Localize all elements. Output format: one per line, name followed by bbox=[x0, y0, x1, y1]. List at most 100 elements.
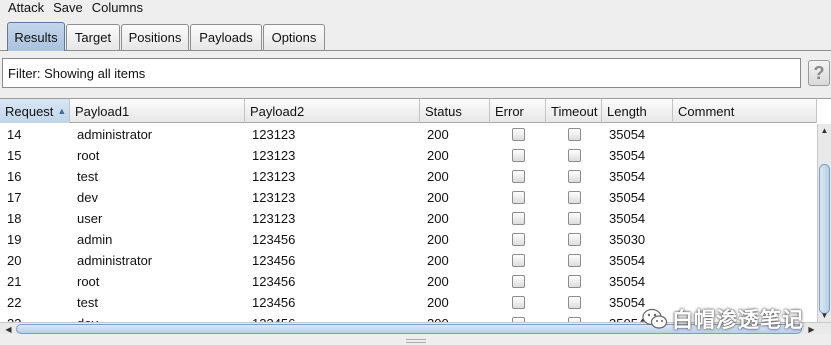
menu-save[interactable]: Save bbox=[53, 1, 83, 15]
wechat-icon bbox=[642, 308, 668, 329]
table-header: Request ▲ Payload1 Payload2 Status Error… bbox=[0, 99, 817, 123]
cell-request: 15 bbox=[7, 148, 22, 163]
watermark-text: 白帽渗透笔记 bbox=[672, 309, 804, 332]
cell-request: 18 bbox=[7, 211, 22, 226]
cell-payload2: 123123 bbox=[252, 169, 296, 184]
cell-comment bbox=[673, 208, 817, 229]
table-row[interactable]: 17 dev 123123 200 35054 bbox=[0, 187, 817, 208]
column-label: Request bbox=[5, 103, 54, 119]
cell-status: 200 bbox=[427, 253, 449, 268]
cell-length: 35054 bbox=[609, 190, 646, 205]
cell-length: 35054 bbox=[609, 148, 646, 163]
error-checkbox bbox=[511, 233, 525, 246]
cell-comment bbox=[673, 229, 817, 250]
cell-comment bbox=[673, 271, 817, 292]
cell-length: 35054 bbox=[609, 274, 646, 289]
table-row[interactable]: 19 admin 123456 200 35030 bbox=[0, 229, 817, 250]
column-header-payload2[interactable]: Payload2 bbox=[245, 99, 420, 123]
scroll-down-icon[interactable]: ▼ bbox=[818, 309, 831, 322]
timeout-checkbox bbox=[567, 149, 581, 162]
tab-positions[interactable]: Positions bbox=[121, 24, 189, 50]
cell-payload2: 123456 bbox=[252, 295, 296, 310]
cell-request: 20 bbox=[7, 253, 22, 268]
cell-length: 35030 bbox=[609, 232, 646, 247]
error-checkbox bbox=[511, 212, 525, 225]
timeout-checkbox bbox=[567, 233, 581, 246]
column-header-payload1[interactable]: Payload1 bbox=[70, 99, 245, 123]
cell-request: 16 bbox=[7, 169, 22, 184]
error-checkbox bbox=[511, 191, 525, 204]
timeout-checkbox bbox=[567, 296, 581, 309]
cell-payload2: 123123 bbox=[252, 148, 296, 163]
cell-error bbox=[490, 229, 546, 250]
table-row[interactable]: 15 root 123123 200 35054 bbox=[0, 145, 817, 166]
sort-ascending-icon: ▲ bbox=[57, 106, 67, 116]
cell-status: 200 bbox=[427, 211, 449, 226]
error-checkbox bbox=[511, 170, 525, 183]
menu-columns[interactable]: Columns bbox=[92, 1, 143, 15]
cell-timeout bbox=[546, 229, 602, 250]
scroll-left-icon[interactable]: ◀ bbox=[2, 323, 15, 334]
menu-attack[interactable]: Attack bbox=[8, 1, 44, 15]
column-header-error[interactable]: Error bbox=[490, 99, 546, 123]
table-row[interactable]: 14 administrator 123123 200 35054 bbox=[0, 124, 817, 145]
cell-payload1: admin bbox=[77, 232, 113, 247]
cell-timeout bbox=[546, 187, 602, 208]
help-button[interactable]: ? bbox=[808, 60, 830, 86]
cell-payload2: 123456 bbox=[252, 253, 296, 268]
scroll-right-icon[interactable]: ▶ bbox=[805, 323, 818, 334]
tab-target[interactable]: Target bbox=[66, 24, 120, 50]
cell-timeout bbox=[546, 250, 602, 271]
help-icon: ? bbox=[813, 62, 825, 83]
cell-status: 200 bbox=[427, 274, 449, 289]
timeout-checkbox bbox=[567, 212, 581, 225]
scroll-up-icon[interactable]: ▲ bbox=[818, 124, 831, 137]
filter-bar[interactable]: Filter: Showing all items bbox=[2, 58, 801, 88]
cell-status: 200 bbox=[427, 190, 449, 205]
results-table: Request ▲ Payload1 Payload2 Status Error… bbox=[0, 98, 831, 334]
cell-status: 200 bbox=[427, 169, 449, 184]
column-header-timeout[interactable]: Timeout bbox=[546, 99, 602, 123]
vertical-scroll-thumb[interactable] bbox=[819, 164, 830, 314]
table-row[interactable]: 20 administrator 123456 200 35054 bbox=[0, 250, 817, 271]
cell-comment bbox=[673, 187, 817, 208]
timeout-checkbox bbox=[567, 191, 581, 204]
cell-timeout bbox=[546, 208, 602, 229]
cell-timeout bbox=[546, 271, 602, 292]
error-checkbox bbox=[511, 296, 525, 309]
tab-options[interactable]: Options bbox=[263, 24, 325, 50]
cell-comment bbox=[673, 166, 817, 187]
tab-payloads[interactable]: Payloads bbox=[190, 24, 262, 50]
timeout-checkbox bbox=[567, 254, 581, 267]
tab-results[interactable]: Results bbox=[7, 22, 65, 51]
cell-payload1: administrator bbox=[77, 253, 153, 268]
cell-length: 35054 bbox=[609, 169, 646, 184]
cell-timeout bbox=[546, 166, 602, 187]
cell-payload1: root bbox=[77, 148, 100, 163]
cell-payload1: test bbox=[77, 169, 98, 184]
cell-payload2: 123123 bbox=[252, 190, 296, 205]
table-row[interactable]: 16 test 123123 200 35054 bbox=[0, 166, 817, 187]
cell-error bbox=[490, 166, 546, 187]
cell-timeout bbox=[546, 292, 602, 313]
table-body: 14 administrator 123123 200 35054 15 root 12312… bbox=[0, 124, 817, 334]
watermark: 白帽渗透笔记 bbox=[642, 306, 804, 332]
cell-request: 22 bbox=[7, 295, 22, 310]
table-row[interactable]: 21 root 123456 200 35054 bbox=[0, 271, 817, 292]
vertical-scrollbar[interactable]: ▲ ▼ bbox=[817, 124, 831, 322]
cell-payload2: 123123 bbox=[252, 211, 296, 226]
column-header-status[interactable]: Status bbox=[420, 99, 490, 123]
cell-payload1: user bbox=[77, 211, 103, 226]
timeout-checkbox bbox=[567, 128, 581, 141]
table-row[interactable]: 18 user 123123 200 35054 bbox=[0, 208, 817, 229]
split-pane-grip[interactable] bbox=[406, 339, 426, 343]
timeout-checkbox bbox=[567, 170, 581, 183]
cell-payload1: test bbox=[77, 295, 98, 310]
menu-bar: Attack Save Columns bbox=[0, 0, 831, 16]
cell-status: 200 bbox=[427, 148, 449, 163]
column-header-comment[interactable]: Comment bbox=[673, 99, 817, 123]
cell-status: 200 bbox=[427, 295, 449, 310]
column-header-request[interactable]: Request ▲ bbox=[0, 99, 70, 123]
column-header-length[interactable]: Length bbox=[602, 99, 673, 123]
cell-status: 200 bbox=[427, 127, 449, 142]
